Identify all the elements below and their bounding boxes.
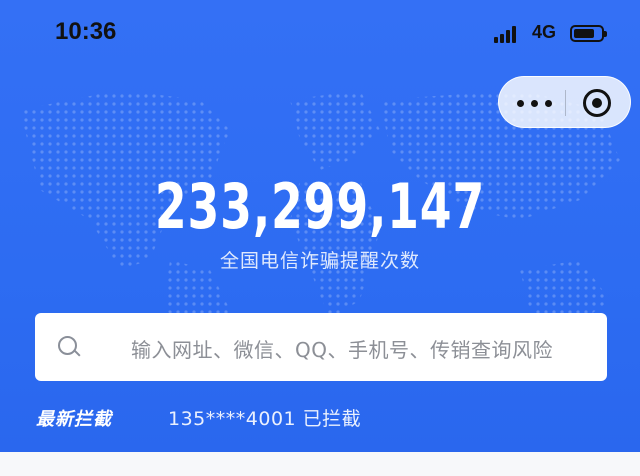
network-type: 4G xyxy=(532,22,557,42)
hero-banner: 10:36 4G 233,299,147 全国电信诈骗提醒次数 输入网址、微信、… xyxy=(0,0,640,452)
mini-program-capsule xyxy=(498,76,631,128)
fraud-alert-subtitle: 全国电信诈骗提醒次数 xyxy=(219,250,420,272)
status-bar: 10:36 4G xyxy=(0,0,640,70)
status-time: 10:36 xyxy=(55,18,117,45)
latest-intercept-label: 最新拦截 xyxy=(36,409,112,430)
search-placeholder: 输入网址、微信、QQ、手机号、传销查询风险 xyxy=(131,338,553,362)
close-target-icon[interactable] xyxy=(583,89,611,117)
capsule-divider xyxy=(565,90,566,116)
search-icon xyxy=(58,336,81,358)
signal-icon xyxy=(494,25,520,43)
latest-intercept-text: 135****4001 已拦截 xyxy=(168,408,362,430)
battery-icon xyxy=(570,25,607,42)
fraud-alert-count: 233,299,147 xyxy=(154,170,486,243)
content-area-top xyxy=(0,452,640,476)
search-box[interactable]: 输入网址、微信、QQ、手机号、传销查询风险 xyxy=(35,313,607,381)
more-dots-icon[interactable] xyxy=(511,83,563,121)
